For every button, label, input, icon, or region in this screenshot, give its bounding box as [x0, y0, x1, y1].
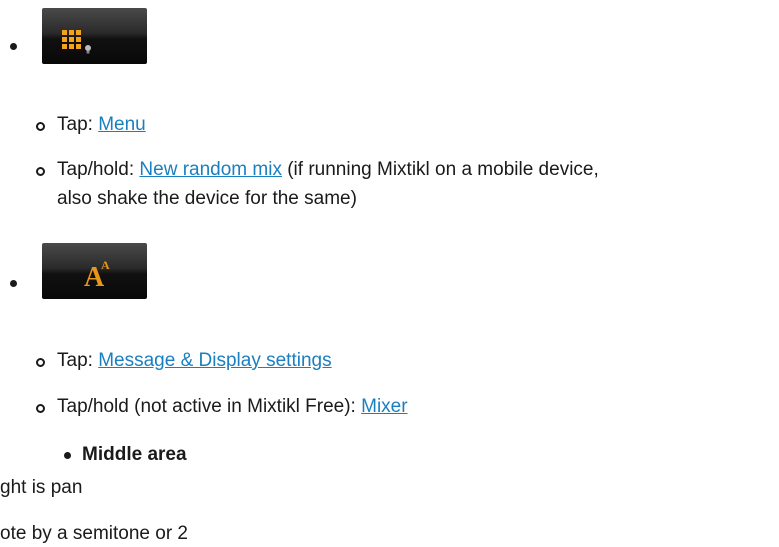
label-prefix: Tap:	[57, 114, 99, 135]
message-display-settings-link[interactable]: Message & Display settings	[98, 350, 331, 371]
list-bullet-hollow	[36, 122, 45, 131]
list-bullet-hollow	[36, 358, 45, 367]
font-size-icon[interactable]: A A	[42, 243, 147, 299]
document-page: Tap: Menu Tap/hold: New random mix (if r…	[0, 0, 779, 547]
mixer-text: Tap/hold (not active in Mixtikl Free): M…	[57, 395, 408, 419]
random-mix-text: Tap/hold: New random mix (if running Mix…	[57, 158, 599, 182]
middle-area-heading: Middle area	[82, 444, 187, 465]
text-fragment: ote by a semitone or 2	[0, 523, 188, 544]
label-prefix: Tap/hold (not active in Mixtikl Free):	[57, 396, 362, 417]
list-bullet-hollow	[36, 167, 45, 176]
list-bullet	[10, 280, 17, 287]
text-fragment: ght is pan	[0, 477, 83, 498]
label-prefix: Tap/hold:	[57, 159, 140, 180]
list-bullet	[64, 452, 71, 459]
svg-text:A: A	[101, 258, 110, 272]
list-bullet	[10, 43, 17, 50]
label-prefix: Tap:	[57, 350, 99, 371]
menu-link[interactable]: Menu	[98, 114, 146, 135]
list-bullet-hollow	[36, 404, 45, 413]
random-mix-text-continued: also shake the device for the same)	[57, 188, 357, 209]
label-suffix: (if running Mixtikl on a mobile device,	[281, 159, 599, 180]
display-settings-text: Tap: Message & Display settings	[57, 349, 332, 373]
new-random-mix-link[interactable]: New random mix	[139, 159, 282, 180]
grid-bulb-icon[interactable]	[42, 8, 147, 64]
mixer-link[interactable]: Mixer	[361, 396, 407, 417]
menu-item-text: Tap: Menu	[57, 113, 146, 137]
